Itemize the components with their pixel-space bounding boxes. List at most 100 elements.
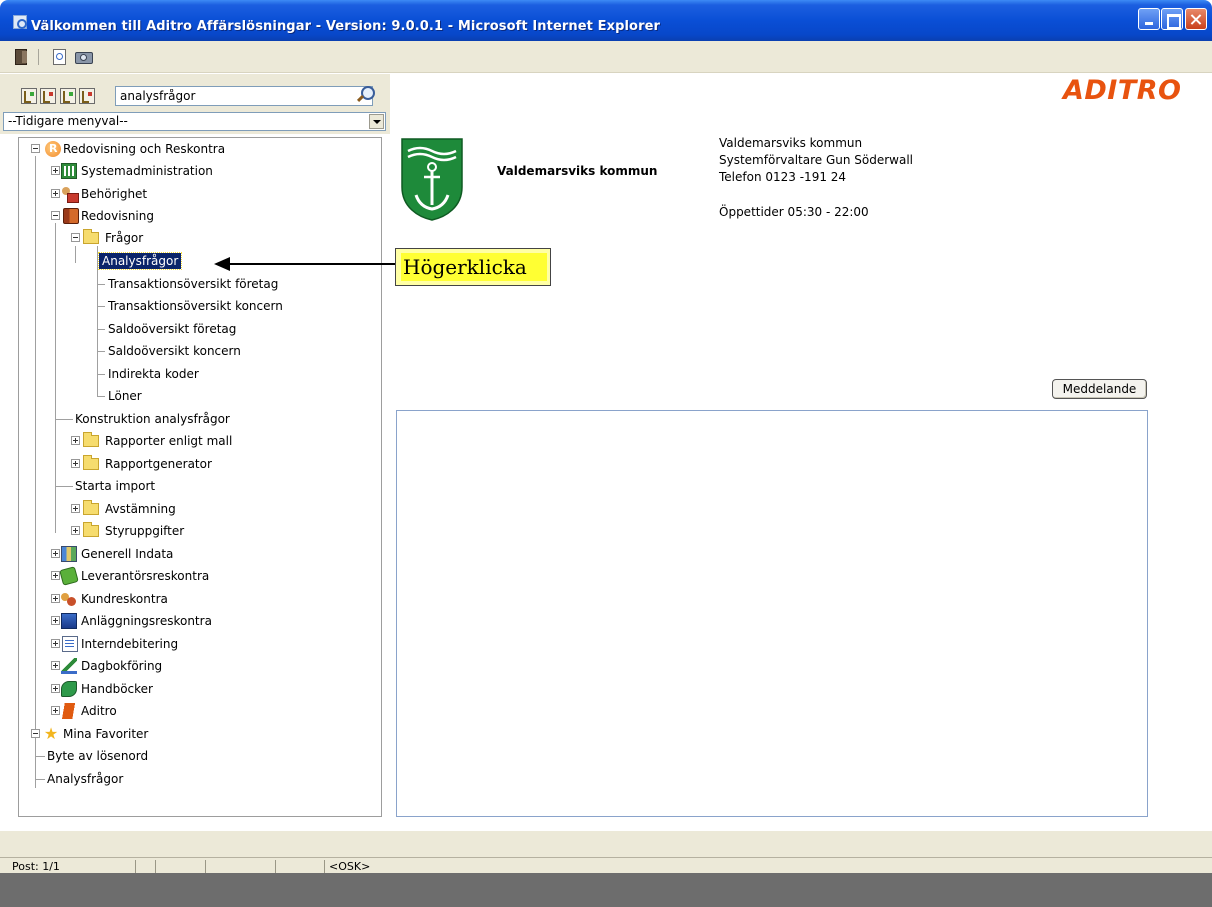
tree-item-label: Anläggningsreskontra (81, 614, 212, 628)
status-field (135, 860, 140, 873)
tree-item-konstruktion-analysfragor[interactable]: Konstruktion analysfrågor (75, 410, 230, 428)
collapse-toggle[interactable] (71, 233, 80, 242)
expand-toggle[interactable] (51, 166, 60, 175)
arrow-left-icon (214, 257, 230, 271)
tree-item-label: Byte av lösenord (47, 749, 149, 763)
maximize-button[interactable] (1161, 8, 1183, 30)
tree-item-analysfragor[interactable]: Analysfrågor (97, 252, 183, 270)
folder-icon (83, 500, 99, 515)
tree-item-saldooversikt-koncern[interactable]: Saldoöversikt koncern (108, 342, 241, 360)
expand-toggle[interactable] (51, 616, 60, 625)
tree-item-transaktionsoversikt-koncern[interactable]: Transaktionsöversikt koncern (108, 297, 283, 315)
callout-text: Högerklicka (401, 253, 547, 281)
tree-item-label: Saldoöversikt företag (108, 322, 237, 336)
tree-item-indirekta-koder[interactable]: Indirekta koder (108, 365, 199, 383)
grid-table-icon (61, 163, 77, 179)
collapse-toggle[interactable] (51, 211, 60, 220)
window-title: Välkommen till Aditro Affärslösningar - … (31, 19, 661, 34)
tree-item-label: Löner (108, 389, 142, 403)
map-icon (61, 546, 77, 562)
aditro-logo: ADITRO (1063, 75, 1182, 106)
tree-item-label: Leverantörsreskontra (81, 569, 210, 583)
tree-item-favorit-analysfragor[interactable]: Analysfrågor (47, 770, 123, 788)
callout-box: Högerklicka (395, 248, 551, 286)
expand-toggle[interactable] (51, 189, 60, 198)
chevron-down-icon[interactable] (369, 114, 384, 129)
messages-button[interactable]: Meddelande (1052, 379, 1147, 399)
toolbar (0, 41, 1212, 73)
expand-toggle[interactable] (51, 571, 60, 580)
collapse-toggle[interactable] (31, 729, 40, 738)
expand-toggle[interactable] (71, 526, 80, 535)
expand-toggle[interactable] (51, 706, 60, 715)
expand-toggle[interactable] (51, 661, 60, 670)
tree-item-label: Starta import (75, 479, 156, 493)
users-permission-icon (61, 186, 79, 203)
tree-connector (55, 419, 73, 420)
contact-line: Systemförvaltare Gun Söderwall (719, 153, 914, 167)
tree-item-label: Generell Indata (81, 547, 174, 561)
aditro-logo-icon (61, 703, 77, 719)
tree-item-label: Analysfrågor (47, 772, 124, 786)
folder-icon (83, 229, 99, 244)
folder-icon (83, 432, 99, 447)
tree-item-label: Behörighet (81, 187, 148, 201)
collapse-level-icon[interactable] (79, 88, 95, 104)
building-icon (61, 613, 77, 629)
tree-item-label: Interndebitering (81, 637, 179, 651)
expand-toggle[interactable] (51, 639, 60, 648)
contact-line: Telefon 0123 -191 24 (719, 170, 847, 184)
expand-toggle[interactable] (71, 459, 80, 468)
print-preview-icon[interactable] (51, 48, 67, 65)
tree-connector (75, 246, 76, 263)
tree-item-byte-av-losenord[interactable]: Byte av lösenord (47, 747, 148, 765)
customers-icon (61, 591, 77, 607)
collapse-all-icon[interactable] (40, 88, 56, 104)
close-button[interactable] (1185, 8, 1207, 30)
tree-connector (35, 738, 36, 788)
expand-all-icon[interactable] (21, 88, 37, 104)
tree-item-label: Saldoöversikt koncern (108, 344, 241, 358)
expand-level-icon[interactable] (60, 88, 76, 104)
collapse-toggle[interactable] (31, 144, 40, 153)
exit-door-icon[interactable] (13, 48, 29, 65)
tree-item-label: Frågor (105, 231, 144, 245)
tree-item-starta-import[interactable]: Starta import (75, 477, 155, 495)
municipality-coat-of-arms-icon (401, 138, 463, 221)
minimize-button[interactable] (1138, 8, 1160, 30)
toolbar-separator (38, 49, 39, 65)
tree-item-saldooversikt-foretag[interactable]: Saldoöversikt företag (108, 320, 236, 338)
title-bar: Välkommen till Aditro Affärslösningar - … (0, 0, 1212, 41)
tree-item-label: Handböcker (81, 682, 153, 696)
osk-indicator: <OSK> (324, 860, 370, 873)
previous-menu-select-value: --Tidigare menyval-- (8, 114, 128, 128)
tree-item-label: Systemadministration (81, 164, 213, 178)
ledger-book-icon (63, 208, 79, 224)
expand-toggle[interactable] (71, 504, 80, 513)
tree-item-label: Aditro (81, 704, 117, 718)
tree-item-label: Rapportgenerator (105, 457, 212, 471)
folder-icon (83, 455, 99, 470)
tree-connector (97, 351, 105, 352)
search-icon[interactable] (354, 85, 375, 105)
menu-search-input[interactable] (115, 86, 373, 106)
expand-toggle[interactable] (51, 684, 60, 693)
menu-tree: Redovisning och Reskontra Systemadminist… (18, 137, 382, 817)
tree-item-transaktionsoversikt-foretag[interactable]: Transaktionsöversikt företag (108, 275, 278, 293)
tree-item-label: Konstruktion analysfrågor (75, 412, 230, 426)
tree-item-label: Indirekta koder (108, 367, 199, 381)
previous-menu-select[interactable]: --Tidigare menyval-- (3, 112, 386, 131)
pen-journal-icon (61, 658, 77, 674)
status-field (275, 860, 280, 873)
tree-item-label: Redovisning (81, 209, 154, 223)
folder-icon (83, 522, 99, 537)
tree-connector (97, 396, 105, 397)
record-counter: Post: 1/1 (12, 860, 60, 873)
expand-toggle[interactable] (51, 549, 60, 558)
expand-toggle[interactable] (51, 594, 60, 603)
callout-arrow (228, 263, 395, 265)
expand-toggle[interactable] (71, 436, 80, 445)
screenshot-camera-icon[interactable] (75, 48, 93, 64)
document-icon (62, 636, 78, 652)
tree-item-loner[interactable]: Löner (108, 387, 142, 405)
